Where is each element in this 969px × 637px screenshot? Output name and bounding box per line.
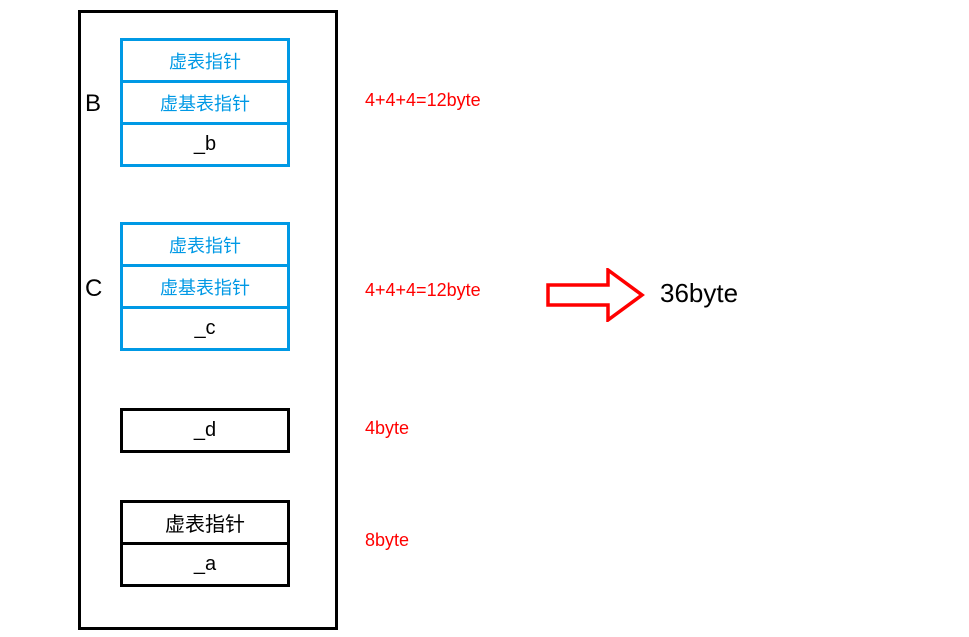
b-member: _b [120,122,290,167]
label-b: B [85,90,101,118]
total-size: 36byte [660,278,738,309]
d-member: _d [120,408,290,453]
c-vtable-ptr: 虚表指针 [120,222,290,267]
annotation-b-size: 4+4+4=12byte [365,90,481,111]
label-c: C [85,275,102,303]
group-d: _d [120,408,290,453]
group-b: 虚表指针 虚基表指针 _b [120,38,290,167]
b-vtable-ptr: 虚表指针 [120,38,290,83]
b-vbtable-ptr: 虚基表指针 [120,80,290,125]
a-member: _a [120,542,290,587]
annotation-d-size: 4byte [365,418,409,439]
c-member: _c [120,306,290,351]
a-vtable-ptr: 虚表指针 [120,500,290,545]
arrow-icon [546,268,646,327]
group-a: 虚表指针 _a [120,500,290,587]
group-c: 虚表指针 虚基表指针 _c [120,222,290,351]
c-vbtable-ptr: 虚基表指针 [120,264,290,309]
annotation-c-size: 4+4+4=12byte [365,280,481,301]
annotation-a-size: 8byte [365,530,409,551]
